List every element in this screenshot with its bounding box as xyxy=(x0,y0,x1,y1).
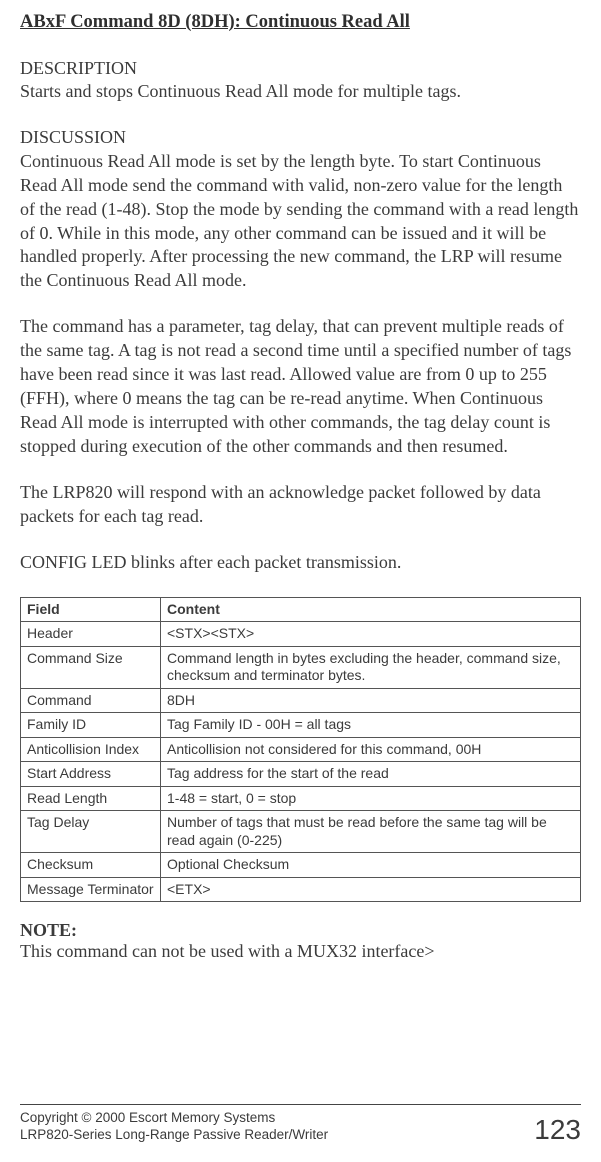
note-text: This command can not be used with a MUX3… xyxy=(20,941,581,962)
command-table: Field Content Header <STX><STX> Command … xyxy=(20,597,581,903)
table-row: Family ID Tag Family ID - 00H = all tags xyxy=(21,713,581,738)
table-header-row: Field Content xyxy=(21,597,581,622)
table-row: Command Size Command length in bytes exc… xyxy=(21,646,581,688)
table-cell-field: Read Length xyxy=(21,786,161,811)
table-row: Read Length 1-48 = start, 0 = stop xyxy=(21,786,581,811)
table-row: Start Address Tag address for the start … xyxy=(21,762,581,787)
table-cell-content: Tag address for the start of the read xyxy=(161,762,581,787)
table-row: Checksum Optional Checksum xyxy=(21,853,581,878)
table-cell-field: Tag Delay xyxy=(21,811,161,853)
description-block: DESCRIPTION Starts and stops Continuous … xyxy=(20,57,581,104)
table-cell-content: Optional Checksum xyxy=(161,853,581,878)
description-text: Starts and stops Continuous Read All mod… xyxy=(20,80,581,104)
table-cell-content: Number of tags that must be read before … xyxy=(161,811,581,853)
table-cell-content: <ETX> xyxy=(161,877,581,902)
table-row: Tag Delay Number of tags that must be re… xyxy=(21,811,581,853)
table-row: Anticollision Index Anticollision not co… xyxy=(21,737,581,762)
note-label: NOTE: xyxy=(20,920,581,941)
table-cell-field: Command xyxy=(21,688,161,713)
footer-page-number: 123 xyxy=(534,1116,581,1144)
footer-left: Copyright © 2000 Escort Memory Systems L… xyxy=(20,1109,328,1144)
table-row: Command 8DH xyxy=(21,688,581,713)
table-header-content: Content xyxy=(161,597,581,622)
discussion-p4: CONFIG LED blinks after each packet tran… xyxy=(20,551,581,575)
discussion-p2: The command has a parameter, tag delay, … xyxy=(20,315,581,459)
table-cell-content: Tag Family ID - 00H = all tags xyxy=(161,713,581,738)
table-cell-content: Command length in bytes excluding the he… xyxy=(161,646,581,688)
page-footer: Copyright © 2000 Escort Memory Systems L… xyxy=(20,1104,581,1144)
table-cell-field: Command Size xyxy=(21,646,161,688)
table-cell-field: Start Address xyxy=(21,762,161,787)
table-header-field: Field xyxy=(21,597,161,622)
discussion-p3: The LRP820 will respond with an acknowle… xyxy=(20,481,581,529)
table-cell-field: Checksum xyxy=(21,853,161,878)
discussion-p2-block: The command has a parameter, tag delay, … xyxy=(20,315,581,459)
table-cell-field: Message Terminator xyxy=(21,877,161,902)
table-cell-content: Anticollision not considered for this co… xyxy=(161,737,581,762)
table-row: Message Terminator <ETX> xyxy=(21,877,581,902)
footer-product: LRP820-Series Long-Range Passive Reader/… xyxy=(20,1126,328,1144)
table-cell-field: Header xyxy=(21,622,161,647)
footer-copyright: Copyright © 2000 Escort Memory Systems xyxy=(20,1109,328,1127)
table-row: Header <STX><STX> xyxy=(21,622,581,647)
table-cell-content: 1-48 = start, 0 = stop xyxy=(161,786,581,811)
discussion-block: DISCUSSION Continuous Read All mode is s… xyxy=(20,126,581,293)
table-cell-field: Anticollision Index xyxy=(21,737,161,762)
discussion-p1: Continuous Read All mode is set by the l… xyxy=(20,150,581,294)
description-label: DESCRIPTION xyxy=(20,57,581,80)
table-cell-field: Family ID xyxy=(21,713,161,738)
discussion-p3-block: The LRP820 will respond with an acknowle… xyxy=(20,481,581,529)
table-cell-content: <STX><STX> xyxy=(161,622,581,647)
discussion-label: DISCUSSION xyxy=(20,126,581,149)
page-title: ABxF Command 8D (8DH): Continuous Read A… xyxy=(20,12,581,33)
discussion-p4-block: CONFIG LED blinks after each packet tran… xyxy=(20,551,581,575)
table-cell-content: 8DH xyxy=(161,688,581,713)
